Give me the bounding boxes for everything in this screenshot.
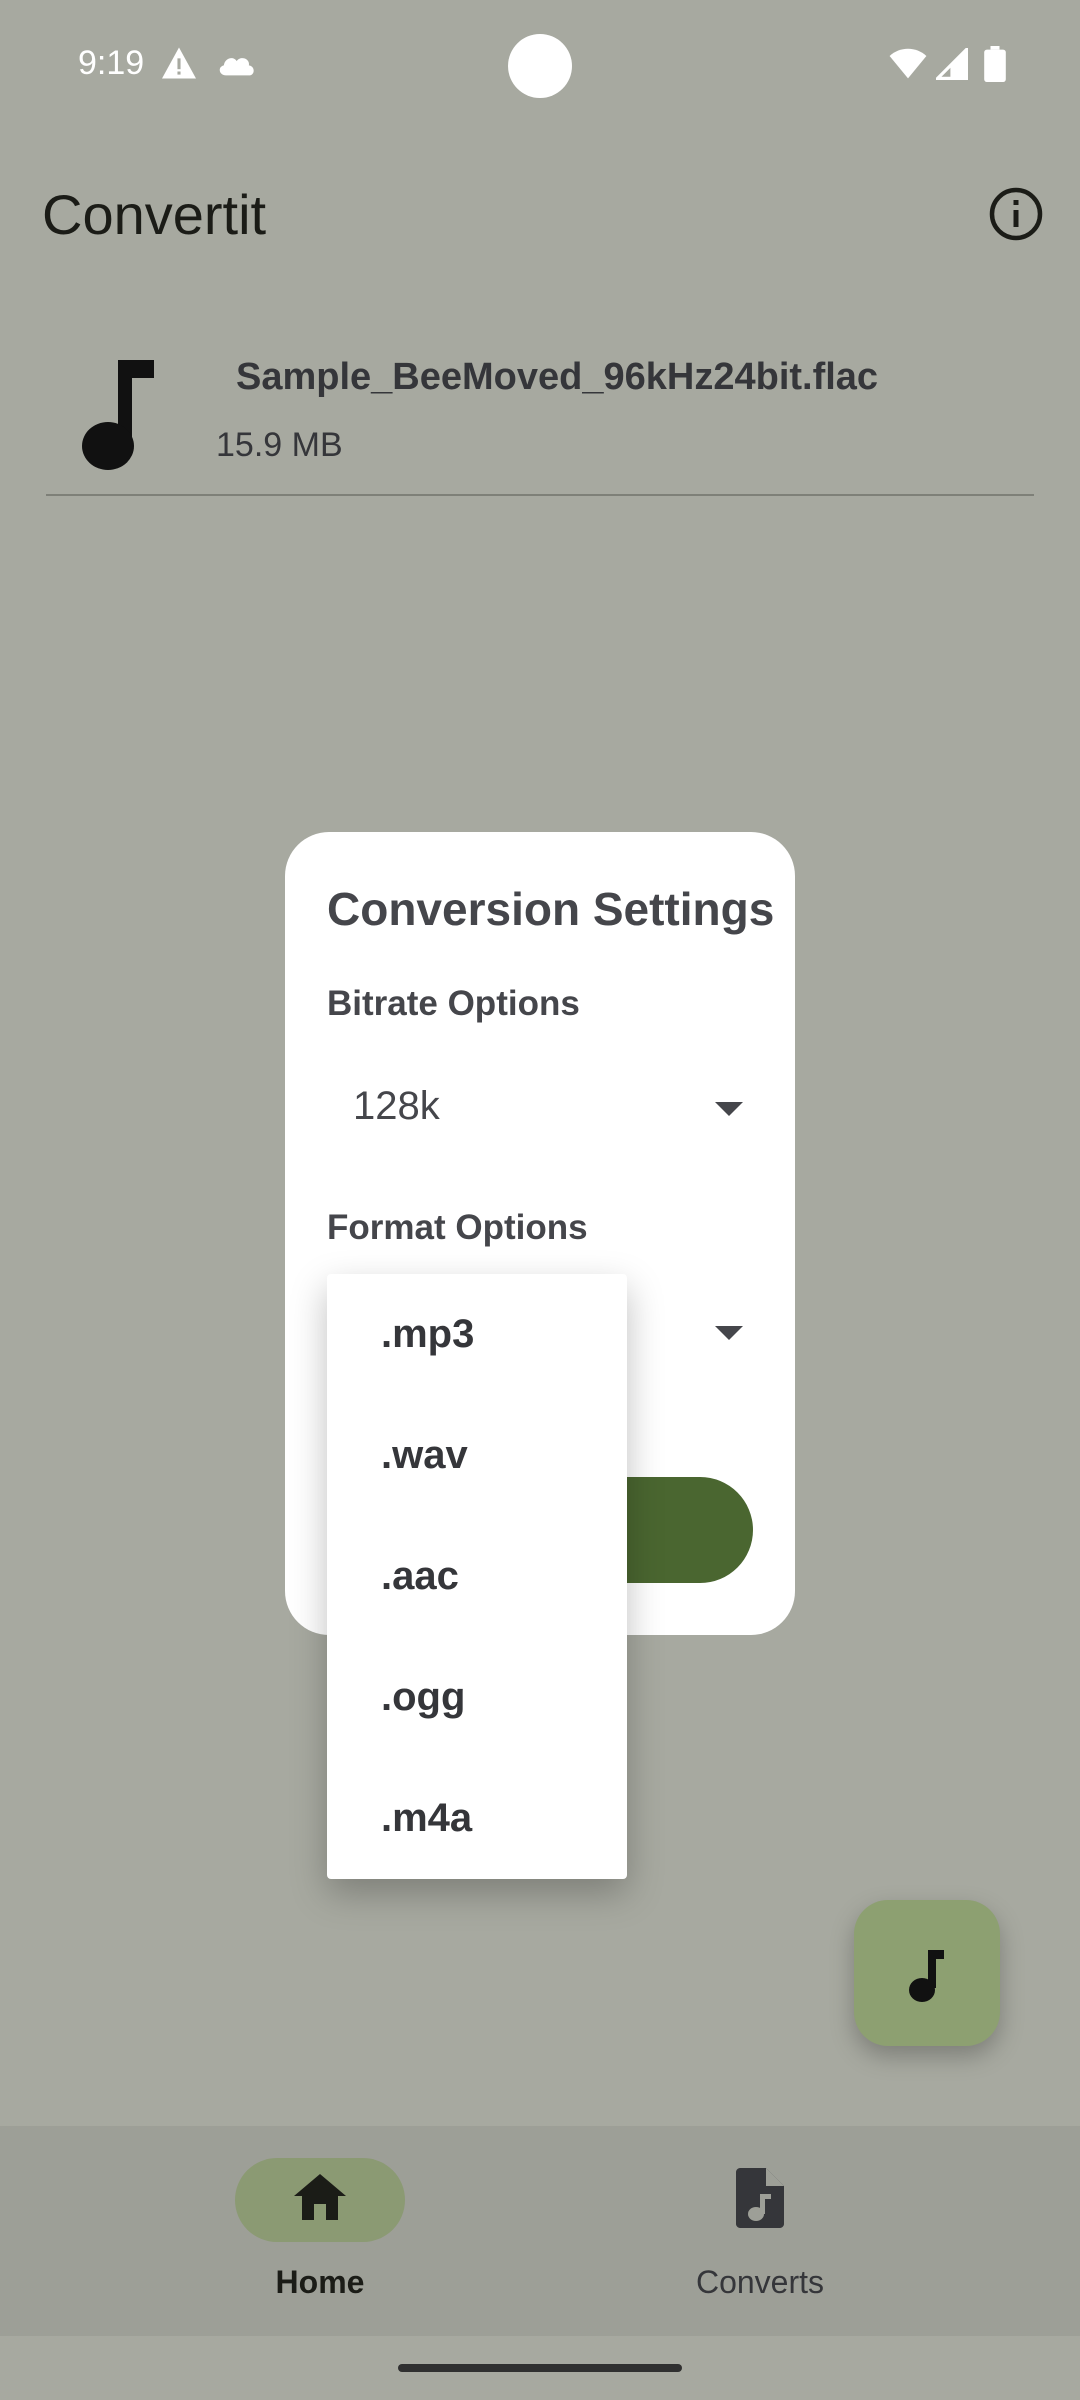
music-note-icon [909,1950,944,2002]
warning-icon [162,47,196,79]
nav-item-home[interactable]: Home [140,2126,500,2336]
gesture-navigation-bar[interactable] [398,2364,682,2372]
format-options-label: Format Options [327,1208,588,1247]
menu-item-m4a[interactable]: .m4a [327,1758,627,1879]
menu-item-mp3[interactable]: .mp3 [327,1274,627,1395]
menu-item-label: .aac [381,1554,459,1598]
menu-item-label: .m4a [381,1796,473,1840]
nav-label-home: Home [275,2264,365,2300]
dropdown-arrow-icon [715,1326,743,1340]
menu-item-label: .wav [381,1433,468,1477]
pick-audio-fab[interactable] [854,1900,1000,2046]
battery-icon [984,46,1006,82]
file-name: Sample_BeeMoved_96kHz24bit.flac [236,356,879,398]
menu-item-label: .ogg [381,1675,466,1719]
audio-file-icon [736,2168,784,2228]
nav-item-converts[interactable]: Converts [580,2126,940,2336]
file-size: 15.9 MB [216,426,343,464]
status-bar: 9:19 [0,0,1080,132]
nav-label-converts: Converts [695,2264,825,2300]
camera-cutout [508,34,572,98]
format-dropdown-menu: .mp3 .wav .aac .ogg .m4a [327,1274,627,1879]
menu-item-wav[interactable]: .wav [327,1395,627,1516]
app-title: Convertit [42,183,267,246]
menu-item-aac[interactable]: .aac [327,1516,627,1637]
dropdown-arrow-icon [715,1102,743,1116]
dialog-title: Conversion Settings [327,883,775,935]
signal-icon [936,48,968,80]
menu-item-ogg[interactable]: .ogg [327,1637,627,1758]
cloud-icon [219,58,254,76]
wifi-icon [889,48,927,79]
bitrate-dropdown[interactable]: 128k [327,1060,757,1156]
info-icon[interactable] [988,186,1044,242]
menu-item-label: .mp3 [381,1312,475,1356]
file-list-item[interactable]: Sample_BeeMoved_96kHz24bit.flac 15.9 MB [46,330,1034,496]
bitrate-selected-value: 128k [353,1084,440,1128]
bottom-navigation: Home Converts [0,2126,1080,2336]
music-note-icon [82,360,154,470]
home-icon [294,2174,346,2220]
bitrate-options-label: Bitrate Options [327,984,580,1023]
status-time: 9:19 [78,44,145,82]
